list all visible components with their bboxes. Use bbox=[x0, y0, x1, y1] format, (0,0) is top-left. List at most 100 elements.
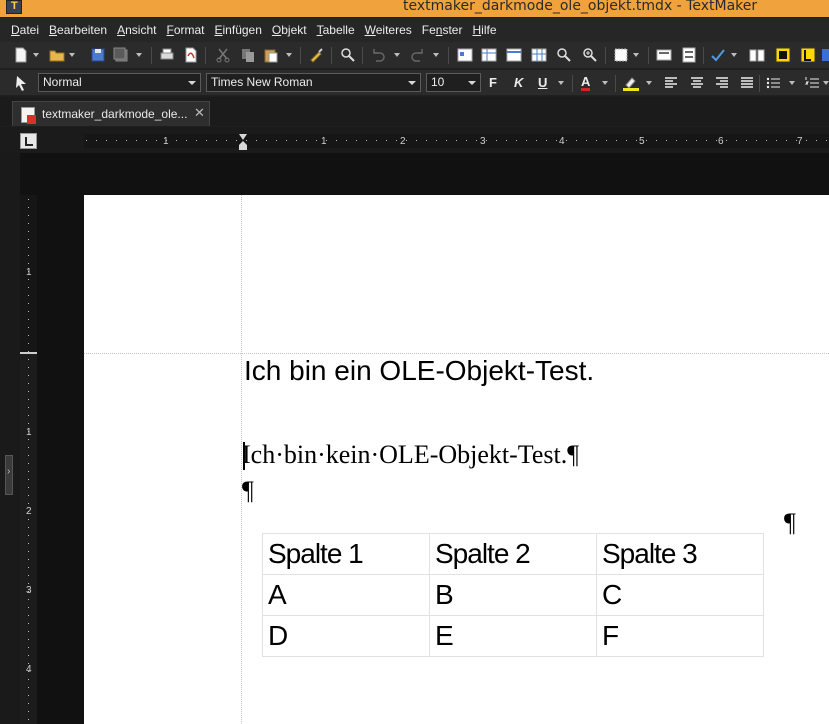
font-color-dropdown-arrow[interactable] bbox=[602, 81, 608, 85]
horizontal-ruler[interactable]: 1 1 2 3 4 5 6 7 bbox=[84, 130, 829, 150]
numbering-dropdown-arrow[interactable] bbox=[823, 81, 829, 85]
menu-datei[interactable]: Datei bbox=[6, 23, 44, 37]
menu-tabelle[interactable]: Tabelle bbox=[312, 23, 360, 37]
align-center-icon[interactable] bbox=[689, 75, 705, 91]
style-value: Normal bbox=[43, 75, 82, 89]
separator bbox=[615, 75, 616, 92]
save-all-icon[interactable] bbox=[113, 47, 129, 63]
export-pdf-icon[interactable] bbox=[183, 47, 199, 63]
pointer-icon[interactable] bbox=[13, 75, 29, 91]
bullet-list-icon[interactable] bbox=[765, 75, 781, 91]
align-left-icon[interactable] bbox=[663, 75, 679, 91]
highlight-icon[interactable] bbox=[623, 75, 639, 91]
separator bbox=[572, 75, 573, 92]
font-color-button[interactable]: A bbox=[581, 75, 591, 91]
font-value: Times New Roman bbox=[211, 75, 313, 89]
new-dropdown-arrow[interactable] bbox=[33, 53, 39, 57]
search-icon[interactable] bbox=[340, 47, 356, 63]
menu-objekt[interactable]: Objekt bbox=[267, 23, 312, 37]
textmaker-app-icon[interactable] bbox=[6, 0, 22, 14]
body-paragraph[interactable]: Ich·bin·kein·OLE-Objekt-Test.¶ bbox=[242, 440, 579, 470]
format-painter-icon[interactable] bbox=[308, 47, 324, 63]
menu-format[interactable]: Format bbox=[161, 23, 209, 37]
align-right-icon[interactable] bbox=[714, 75, 730, 91]
insert-picture-icon[interactable] bbox=[531, 47, 547, 63]
document-tab-strip: textmaker_darkmode_ole... ✕ bbox=[0, 97, 829, 126]
insert-frame-icon[interactable] bbox=[506, 47, 522, 63]
table-header-cell[interactable]: Spalte 3 bbox=[596, 533, 764, 575]
save-dropdown-arrow[interactable] bbox=[136, 53, 142, 57]
undo-icon[interactable] bbox=[370, 47, 386, 63]
separator bbox=[605, 47, 606, 64]
zoom-icon[interactable] bbox=[556, 47, 572, 63]
sidebar-toggle-handle[interactable] bbox=[5, 455, 13, 495]
document-tab[interactable]: textmaker_darkmode_ole... ✕ bbox=[12, 101, 210, 126]
table-cell[interactable]: E bbox=[429, 615, 597, 657]
duden-icon[interactable] bbox=[775, 47, 791, 63]
table-cell[interactable]: C bbox=[596, 574, 764, 616]
textmaker-document-icon bbox=[21, 107, 36, 124]
justify-icon[interactable] bbox=[739, 75, 755, 91]
table-cell[interactable]: F bbox=[596, 615, 764, 657]
bullet-dropdown-arrow[interactable] bbox=[789, 81, 795, 85]
paste-dropdown-arrow[interactable] bbox=[286, 53, 292, 57]
dictionary-icon[interactable] bbox=[749, 47, 765, 63]
underline-button[interactable]: U bbox=[538, 75, 547, 90]
page-layout-icon[interactable] bbox=[681, 47, 697, 63]
menu-fenster[interactable]: Fenster bbox=[417, 23, 468, 37]
cut-icon[interactable] bbox=[215, 47, 231, 63]
undo-dropdown-arrow[interactable] bbox=[394, 53, 400, 57]
vertical-ruler[interactable]: 1 1 2 3 4 bbox=[20, 195, 37, 724]
spell-dropdown-arrow[interactable] bbox=[731, 53, 737, 57]
underline-dropdown-arrow[interactable] bbox=[558, 81, 564, 85]
table-cell[interactable]: A bbox=[262, 574, 430, 616]
separator bbox=[448, 47, 449, 64]
menu-einfügen[interactable]: Einfügen bbox=[210, 23, 267, 37]
new-document-icon[interactable] bbox=[13, 47, 29, 63]
save-icon[interactable] bbox=[90, 47, 106, 63]
copy-icon[interactable] bbox=[240, 47, 256, 63]
highlight-dropdown-arrow[interactable] bbox=[646, 81, 652, 85]
table-header-row: Spalte 1 Spalte 2 Spalte 3 bbox=[262, 533, 764, 575]
header-footer-icon[interactable] bbox=[656, 47, 672, 63]
langenscheidt-icon[interactable] bbox=[800, 47, 816, 63]
paste-icon[interactable] bbox=[263, 47, 279, 63]
table-cell[interactable]: D bbox=[262, 615, 430, 657]
redo-dropdown-arrow[interactable] bbox=[433, 53, 439, 57]
table-header-cell[interactable]: Spalte 2 bbox=[429, 533, 597, 575]
insert-object-icon[interactable] bbox=[613, 47, 629, 63]
separator bbox=[362, 47, 363, 64]
print-icon[interactable] bbox=[159, 47, 175, 63]
object-dropdown-arrow[interactable] bbox=[633, 53, 639, 57]
close-tab-icon[interactable]: ✕ bbox=[194, 105, 205, 121]
left-panel-strip bbox=[0, 153, 20, 724]
menu-bearbeiten[interactable]: Bearbeiten bbox=[44, 23, 112, 37]
text-cursor bbox=[243, 442, 245, 470]
italic-button[interactable]: K bbox=[514, 75, 523, 90]
numbered-list-icon[interactable] bbox=[804, 75, 820, 91]
menu-ansicht[interactable]: Ansicht bbox=[112, 23, 161, 37]
table-cell[interactable]: B bbox=[429, 574, 597, 616]
font-select[interactable]: Times New Roman bbox=[206, 73, 421, 92]
open-dropdown-arrow[interactable] bbox=[69, 53, 75, 57]
ruler-number: 4 bbox=[26, 664, 32, 675]
style-select[interactable]: Normal bbox=[38, 73, 201, 92]
redo-icon[interactable] bbox=[410, 47, 426, 63]
table-header-cell[interactable]: Spalte 1 bbox=[262, 533, 430, 575]
zoom-in-icon[interactable] bbox=[582, 47, 598, 63]
open-folder-icon[interactable] bbox=[49, 47, 65, 63]
bold-button[interactable]: F bbox=[489, 75, 497, 90]
insert-field-icon[interactable] bbox=[457, 47, 473, 63]
ole-table-object[interactable]: Spalte 1 Spalte 2 Spalte 3 A B C D E F bbox=[262, 533, 764, 657]
menu-weiteres[interactable]: Weiteres bbox=[360, 23, 417, 37]
ruler-number: 3 bbox=[480, 136, 486, 147]
tab-stop-selector[interactable] bbox=[20, 133, 37, 149]
font-size-select[interactable]: 10 bbox=[426, 73, 481, 92]
ruler-number: 1 bbox=[163, 136, 169, 147]
more-tools-icon[interactable] bbox=[822, 47, 829, 63]
menu-hilfe[interactable]: Hilfe bbox=[467, 23, 501, 37]
document-page[interactable]: Ich bin ein OLE-Objekt-Test. Ich·bin·kei… bbox=[84, 195, 829, 724]
insert-table-icon[interactable] bbox=[481, 47, 497, 63]
ole-object-text[interactable]: Ich bin ein OLE-Objekt-Test. bbox=[244, 355, 594, 387]
spell-check-icon[interactable] bbox=[710, 47, 726, 63]
